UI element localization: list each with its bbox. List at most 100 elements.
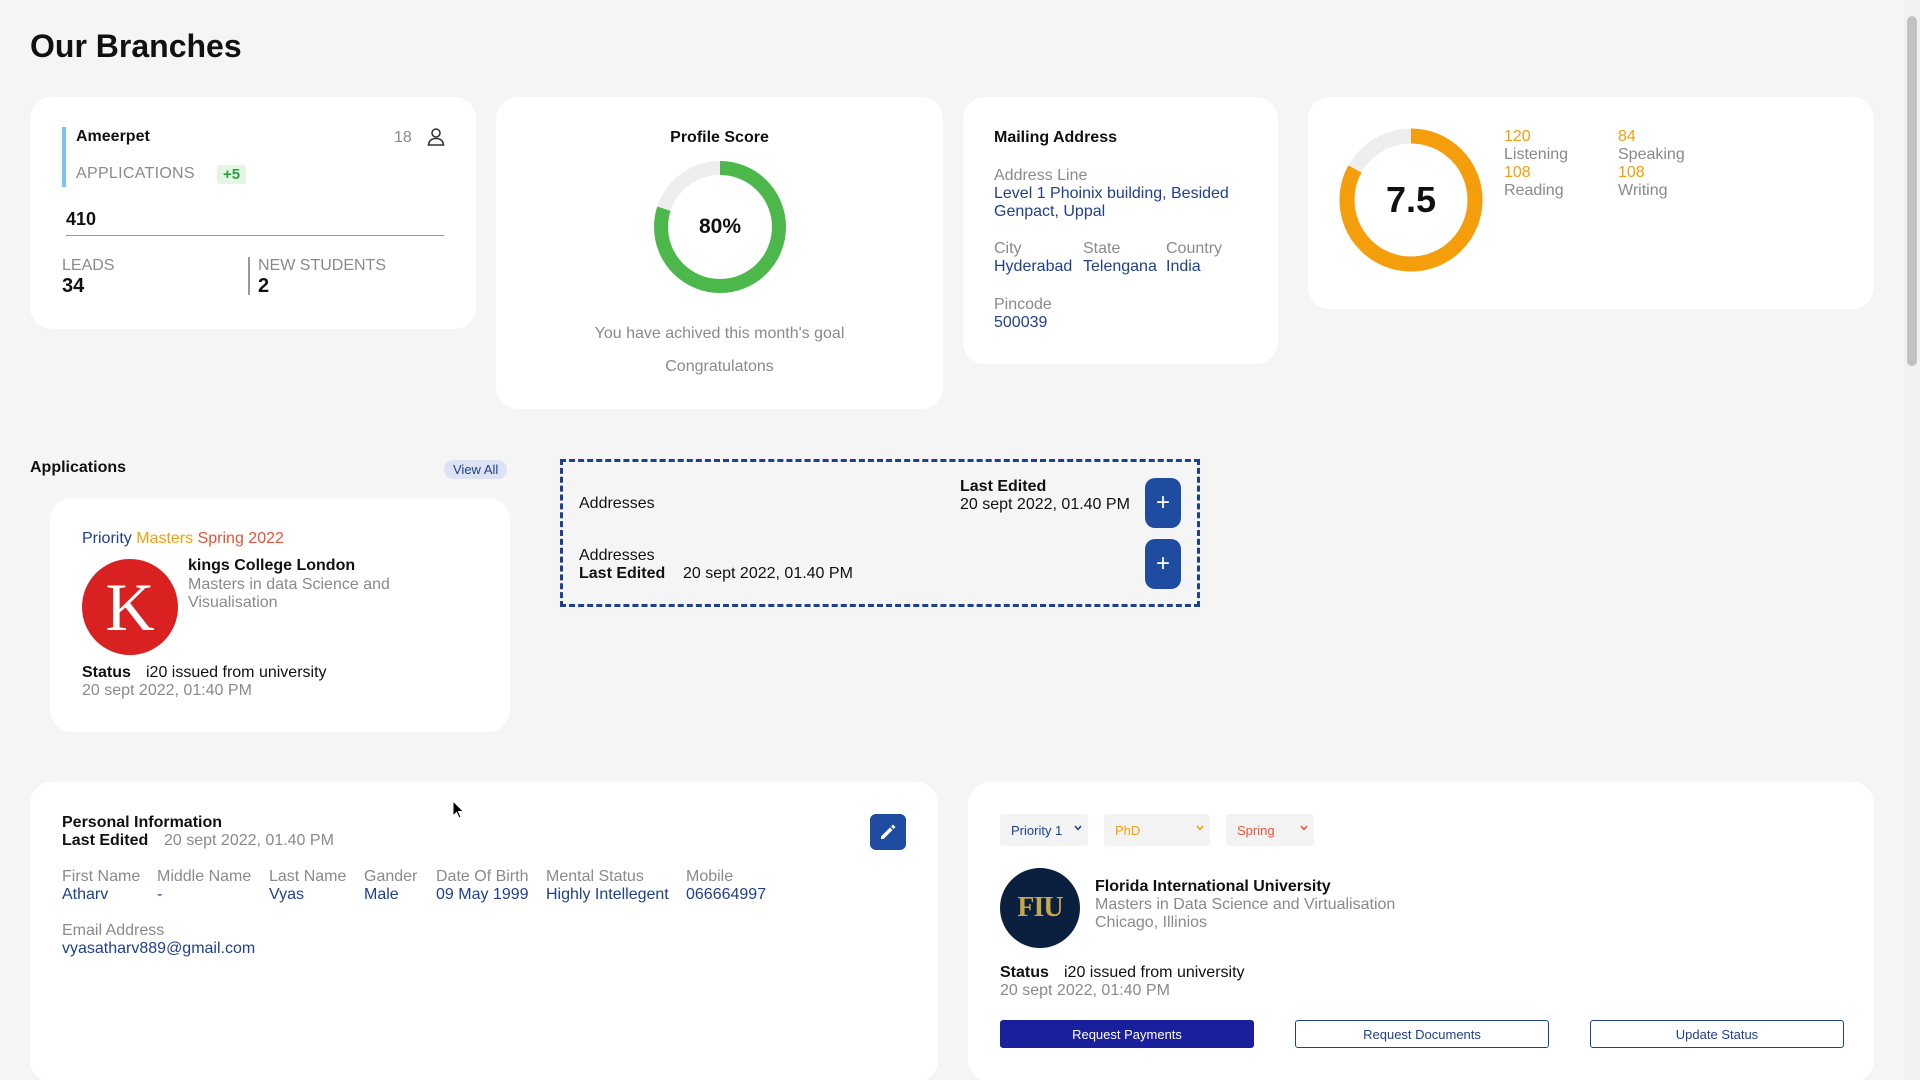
- profile-score-percent: 80%: [698, 215, 742, 238]
- test-score-card: 7.5 120 Listening 108 Reading 84 Speakin…: [1308, 97, 1874, 309]
- reading-score: 108: [1504, 164, 1531, 181]
- divider: [248, 257, 250, 295]
- course-name: Masters in data Science and Visualisatio…: [188, 576, 390, 611]
- applications-heading: Applications: [30, 459, 127, 476]
- profile-score-title: Profile Score: [670, 129, 769, 146]
- first-name-label: First Name: [62, 868, 141, 885]
- add-address-button[interactable]: +: [1145, 478, 1181, 528]
- branch-accent-bar: [62, 127, 66, 187]
- first-name-value: Atharv: [62, 886, 109, 903]
- pincode-label: Pincode: [994, 296, 1052, 313]
- divider: [66, 235, 444, 236]
- update-status-button[interactable]: Update Status: [1590, 1020, 1844, 1048]
- email-label: Email Address: [62, 922, 165, 939]
- request-payments-button[interactable]: Request Payments: [1000, 1020, 1254, 1048]
- degree-select[interactable]: PhD: [1104, 814, 1210, 846]
- applications-delta-badge: +5: [217, 165, 247, 184]
- kings-college-logo: K: [82, 559, 178, 655]
- page-scrollbar[interactable]: [1904, 0, 1920, 1080]
- course-name: Masters in Data Science and Virtualisati…: [1095, 896, 1396, 913]
- chevron-down-icon: [1300, 825, 1308, 831]
- leads-label: LEADS: [62, 257, 115, 274]
- status-label: Status: [1000, 964, 1049, 981]
- view-all-button[interactable]: View All: [444, 460, 508, 479]
- email-value: vyasatharv889@gmail.com: [62, 940, 256, 957]
- new-students-label: NEW STUDENTS: [258, 257, 386, 274]
- status-value: i20 issued from university: [1064, 964, 1245, 981]
- priority-tag: Priority: [82, 530, 132, 547]
- writing-score: 108: [1618, 164, 1645, 181]
- edit-button[interactable]: [870, 814, 906, 850]
- mobile-value: 066664997: [686, 886, 767, 903]
- profile-score-congrats: Congratulatons: [665, 358, 774, 375]
- branch-user-count: 18: [394, 129, 412, 146]
- middle-name-value: -: [157, 886, 163, 903]
- priority-select-value: Priority 1: [1011, 822, 1063, 838]
- listening-score: 120: [1504, 128, 1531, 145]
- fiu-logo: FIU: [1000, 868, 1080, 948]
- address-line-1: Level 1 Phoinix building, Besided: [994, 185, 1229, 202]
- state-value: Telengana: [1083, 258, 1157, 275]
- branch-name: Ameerpet: [76, 128, 150, 145]
- personal-info-title: Personal Information: [62, 814, 223, 831]
- addresses-label: Addresses: [579, 547, 655, 564]
- address-line-2: Genpact, Uppal: [994, 203, 1106, 220]
- request-documents-button[interactable]: Request Documents: [1295, 1020, 1549, 1048]
- writing-label: Writing: [1618, 182, 1668, 199]
- term-tag: Spring 2022: [197, 530, 284, 547]
- mobile-label: Mobile: [686, 868, 734, 885]
- user-icon[interactable]: [426, 127, 446, 147]
- term-select[interactable]: Spring: [1226, 814, 1314, 846]
- profile-score-message: You have achived this month's goal: [594, 325, 845, 342]
- address-line-label: Address Line: [994, 167, 1088, 184]
- last-edited-value: 20 sept 2022, 01.40 PM: [164, 832, 334, 849]
- status-date: 20 sept 2022, 01:40 PM: [1000, 982, 1170, 999]
- last-edited-value: 20 sept 2022, 01.40 PM: [960, 496, 1130, 513]
- term-select-value: Spring: [1237, 822, 1275, 838]
- leads-value: 34: [62, 275, 85, 297]
- university-name: kings College London: [188, 557, 356, 574]
- gender-label: Gander: [364, 868, 418, 885]
- university-card: Priority 1 PhD Spring FIU Florida Intern…: [968, 782, 1874, 1080]
- scrollbar-thumb[interactable]: [1907, 16, 1917, 366]
- dob-label: Date Of Birth: [436, 868, 529, 885]
- page-title: Our Branches: [30, 28, 242, 64]
- last-edited-label: Last Edited: [579, 565, 666, 582]
- chevron-down-icon: [1196, 825, 1204, 831]
- applications-label: APPLICATIONS: [76, 165, 195, 182]
- university-location: Chicago, Illinios: [1095, 914, 1208, 931]
- country-value: India: [1166, 258, 1201, 275]
- degree-tag: Masters: [136, 530, 194, 547]
- profile-score-card: Profile Score 80% You have achived this …: [496, 97, 943, 409]
- applications-total: 410: [66, 209, 97, 229]
- dob-value: 09 May 1999: [436, 886, 529, 903]
- status-value: i20 issued from university: [146, 664, 327, 681]
- middle-name-label: Middle Name: [157, 868, 252, 885]
- university-name: Florida International University: [1095, 878, 1331, 895]
- last-name-label: Last Name: [269, 868, 347, 885]
- mental-status-label: Mental Status: [546, 868, 644, 885]
- personal-info-card: Personal Information Last Edited 20 sept…: [30, 782, 938, 1080]
- city-value: Hyderabad: [994, 258, 1073, 275]
- gender-value: Male: [364, 886, 399, 903]
- last-name-value: Vyas: [269, 886, 304, 903]
- branch-card: Ameerpet 18 APPLICATIONS +5 410 LEADS 34…: [30, 97, 476, 329]
- test-score-overall: 7.5: [1385, 179, 1437, 220]
- add-address-button[interactable]: +: [1145, 539, 1181, 589]
- addresses-label: Addresses: [579, 495, 655, 512]
- new-students-value: 2: [258, 275, 270, 297]
- mouse-cursor-icon: [452, 800, 465, 819]
- reading-label: Reading: [1504, 182, 1564, 199]
- mental-status-value: Highly Intellegent: [546, 886, 669, 903]
- application-card[interactable]: Priority Masters Spring 2022 K kings Col…: [50, 498, 510, 732]
- listening-label: Listening: [1504, 146, 1569, 163]
- status-date: 20 sept 2022, 01:40 PM: [82, 682, 252, 699]
- state-label: State: [1083, 240, 1121, 257]
- status-label: Status: [82, 664, 131, 681]
- last-edited-label: Last Edited: [960, 478, 1047, 495]
- priority-select[interactable]: Priority 1: [1000, 814, 1088, 846]
- last-edited-value: 20 sept 2022, 01.40 PM: [683, 565, 853, 582]
- chevron-down-icon: [1074, 825, 1082, 831]
- degree-select-value: PhD: [1115, 822, 1141, 838]
- speaking-label: Speaking: [1618, 146, 1685, 163]
